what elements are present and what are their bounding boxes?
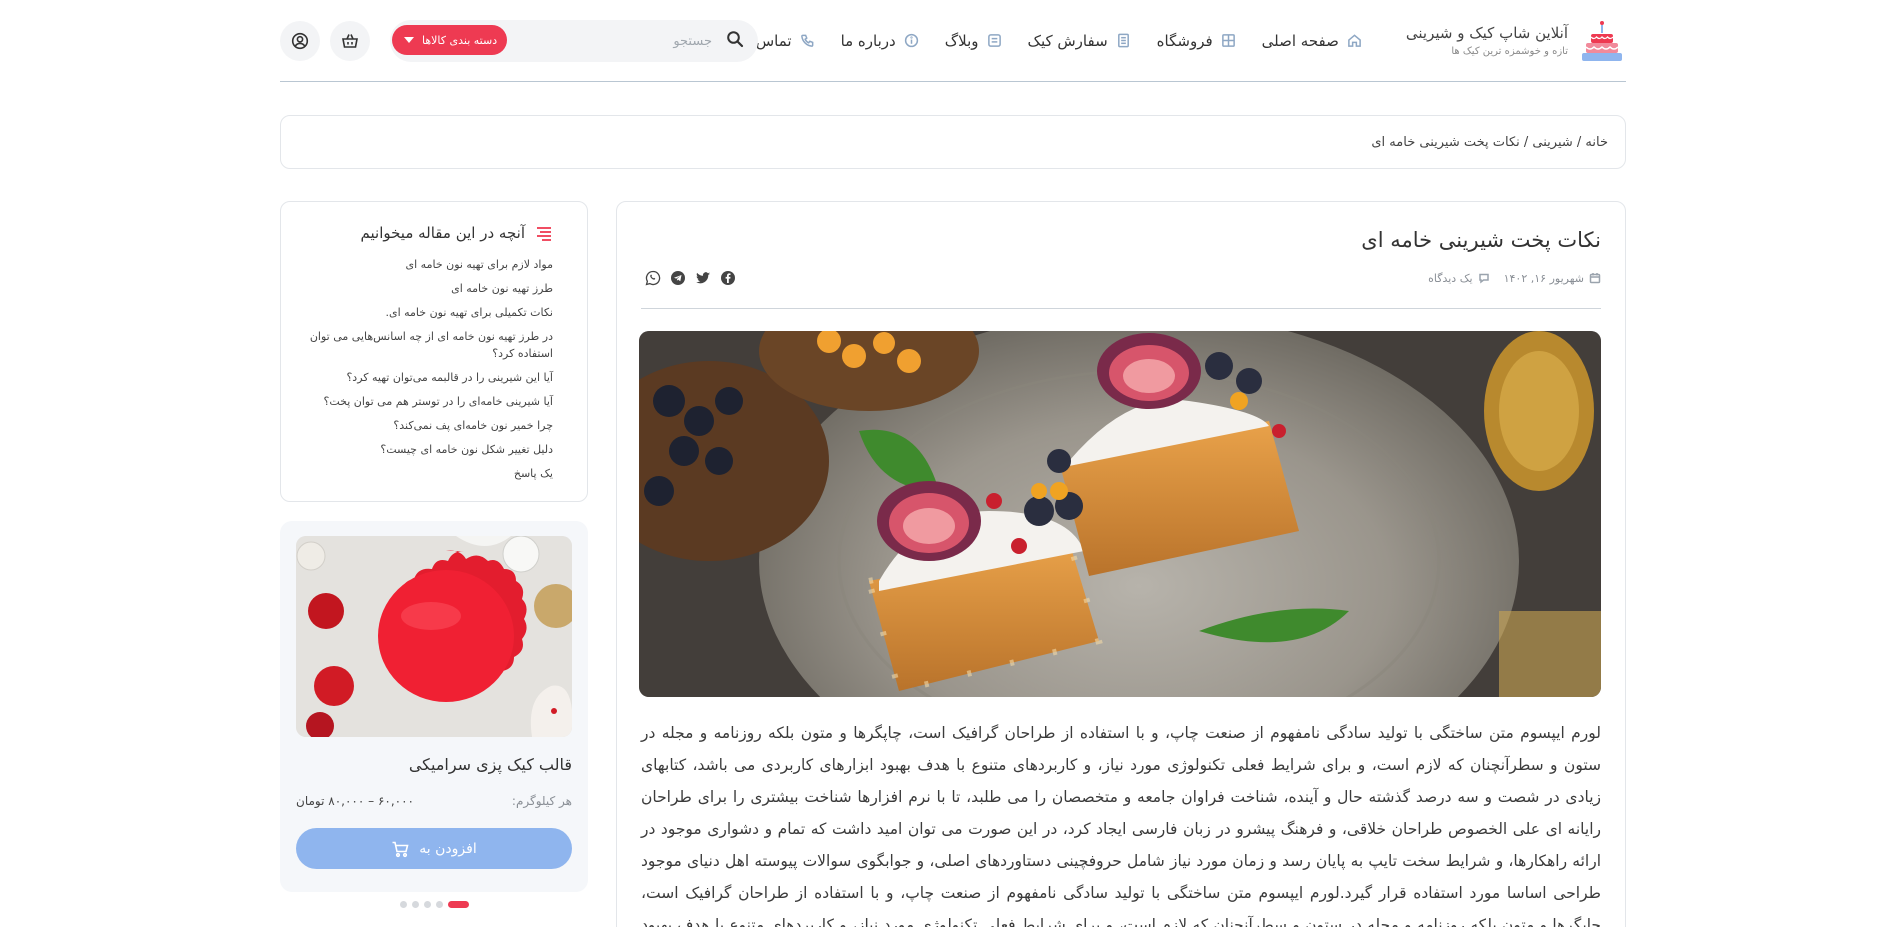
toc-item[interactable]: در طرز تهیه نون خامه ای از چه اسانس‌هایی… <box>295 328 553 362</box>
nav-item-label: وبلاگ <box>944 31 979 50</box>
article-title: نکات پخت شیرینی خامه ای <box>1361 228 1601 252</box>
site-header: آنلاین شاپ کیک و شیرینی تازه و خوشمزه تر… <box>280 0 1626 82</box>
nav-item-store[interactable]: فروشگاه <box>1157 32 1236 50</box>
toc-item[interactable]: چرا خمیر نون خامه‌ای پف نمی‌کند؟ <box>295 417 553 434</box>
list-icon <box>537 227 551 241</box>
toc-list: مواد لازم برای تهیه نون خامه ای طرز تهیه… <box>295 256 553 482</box>
store-icon <box>1221 34 1235 47</box>
toc-item[interactable]: مواد لازم برای تهیه نون خامه ای <box>295 256 553 273</box>
telegram-icon[interactable] <box>670 270 686 286</box>
price-label: هر کیلوگرم: <box>511 794 572 808</box>
article-date-text: شهریور ۱۶, ۱۴۰۲ <box>1503 271 1584 285</box>
nav-item-label: درباره ما <box>840 31 896 50</box>
nav-item-about[interactable]: درباره ما <box>841 32 919 50</box>
home-icon <box>1347 34 1361 47</box>
user-icon <box>291 32 309 50</box>
toc-item[interactable]: نکات تکمیلی برای تهیه نون خامه ای. <box>295 304 553 321</box>
toc-item[interactable]: دلیل تغییر شکل نون خامه ای چیست؟ <box>295 441 553 458</box>
add-to-cart-button[interactable]: افزودن به <box>296 828 572 869</box>
basket-icon <box>342 34 358 48</box>
basket-button[interactable] <box>330 21 370 61</box>
article-date: شهریور ۱۶, ۱۴۰۲ <box>1504 272 1601 285</box>
share-buttons <box>645 270 736 286</box>
logo[interactable]: آنلاین شاپ کیک و شیرینی تازه و خوشمزه تر… <box>1406 17 1626 65</box>
carousel-dot[interactable] <box>399 901 407 908</box>
article-hero-image <box>639 331 1601 697</box>
category-dropdown-label: دسته بندی کالاها <box>422 33 498 47</box>
toc-item[interactable]: یک پاسخ <box>295 465 553 482</box>
brand-subtitle: تازه و خوشمزه ترین کیک ها <box>1451 46 1568 57</box>
category-dropdown-button[interactable]: دسته بندی کالاها <box>392 25 508 55</box>
nav-item-label: فروشگاه <box>1156 31 1213 50</box>
product-name[interactable]: قالب کیک پزی سرامیکی <box>296 755 572 774</box>
article-comments[interactable]: یک دیدگاه <box>1428 272 1490 285</box>
nav-item-home[interactable]: صفحه اصلی <box>1262 32 1362 50</box>
article-comments-text: یک دیدگاه <box>1428 271 1473 285</box>
breadcrumb: خانه / شیرینی / نکات پخت شیرینی خامه ای <box>280 115 1626 169</box>
toc-item[interactable]: طرز تهیه نون خامه ای <box>295 280 553 297</box>
product-image[interactable] <box>296 536 572 737</box>
toc-item[interactable]: آیا شیرینی خامه‌ای را در توستر هم می توا… <box>295 393 554 410</box>
twitter-icon[interactable] <box>695 270 711 286</box>
table-of-contents: آنچه در این مقاله میخوانیم مواد لازم برا… <box>280 201 588 502</box>
search-icon[interactable] <box>726 30 744 52</box>
search-bar: دسته بندی کالاها <box>390 20 758 62</box>
divider <box>641 308 1601 309</box>
main-nav: صفحه اصلی فروشگاه سفارش کیک وبلاگ درباره… <box>725 32 1362 50</box>
carousel-dots <box>280 901 588 908</box>
info-icon <box>904 33 918 48</box>
toc-item[interactable]: آیا این شیرینی را در قالبمه می‌توان تهیه… <box>295 369 553 386</box>
phone-icon <box>800 34 813 47</box>
carousel-dot-active[interactable] <box>447 901 469 908</box>
nav-item-label: صفحه اصلی <box>1261 31 1339 50</box>
cart-icon <box>392 841 409 857</box>
facebook-icon[interactable] <box>720 270 736 286</box>
whatsapp-icon[interactable] <box>645 270 661 286</box>
toc-title: آنچه در این مقاله میخوانیم <box>360 224 525 242</box>
carousel-dot[interactable] <box>411 901 419 908</box>
product-price: ۶۰,۰۰۰ – ۸۰,۰۰۰ تومان <box>296 794 414 808</box>
article-body: لورم ایپسوم متن ساختگی با تولید سادگی نا… <box>641 724 1601 927</box>
cake-logo-icon <box>1578 17 1626 65</box>
brand-title: آنلاین شاپ کیک و شیرینی <box>1405 24 1569 42</box>
account-button[interactable] <box>280 21 320 61</box>
calendar-icon <box>1589 273 1601 284</box>
nav-item-blog[interactable]: وبلاگ <box>945 32 1002 50</box>
article-card: نکات پخت شیرینی خامه ای شهریور ۱۶, ۱۴۰۲ … <box>616 201 1626 927</box>
nav-item-order-cake[interactable]: سفارش کیک <box>1028 32 1131 50</box>
article-meta: شهریور ۱۶, ۱۴۰۲ یک دیدگاه <box>1428 272 1601 285</box>
product-card: قالب کیک پزی سرامیکی هر کیلوگرم: ۶۰,۰۰۰ … <box>280 521 588 892</box>
nav-item-label: سفارش کیک <box>1027 31 1108 50</box>
comment-icon <box>1478 273 1489 284</box>
breadcrumb-text[interactable]: خانه / شیرینی / نکات پخت شیرینی خامه ای <box>1371 135 1608 150</box>
blog-icon <box>987 34 1001 47</box>
carousel-dot[interactable] <box>423 901 431 908</box>
chevron-down-icon <box>404 37 414 43</box>
add-to-cart-label: افزودن به <box>419 840 477 857</box>
order-icon <box>1117 33 1129 48</box>
carousel-dot[interactable] <box>435 901 443 908</box>
